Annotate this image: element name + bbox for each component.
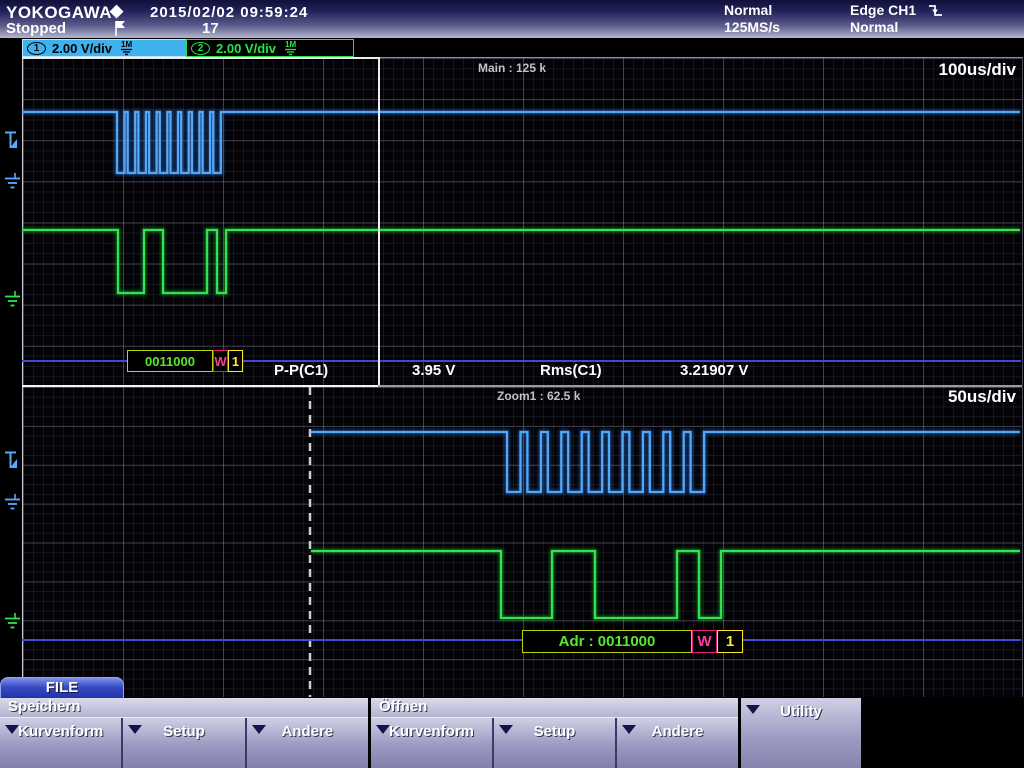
chevron-down-icon (128, 725, 142, 734)
main-bus-write-flag: W (213, 350, 228, 372)
zoom-ch2-ground-icon (2, 612, 22, 633)
oeffnen-kurvenform-button[interactable]: Kurvenform (371, 718, 492, 768)
chevron-down-icon (5, 725, 19, 734)
main-ch1-ground-icon (2, 172, 22, 193)
main-waveform-grid (22, 57, 1023, 386)
datetime-display: 2015/02/02 09:59:24 (150, 4, 308, 21)
measurement-2-value: 3.21907 V (680, 362, 748, 379)
zoom-timebase: 50us/div (898, 387, 1016, 407)
channel-1-badge[interactable]: 1 2.00 V/div 1M (22, 39, 188, 57)
section-title-speichern: Speichern (8, 698, 81, 715)
main-ch2-ground-icon (2, 290, 22, 311)
file-menu-tab[interactable]: FILE (0, 677, 124, 699)
channel-1-impedance-icon: 1M (119, 40, 134, 56)
chevron-down-icon (499, 725, 513, 734)
oeffnen-buttons: Kurvenform Setup Andere (371, 717, 738, 768)
svg-text:1M: 1M (285, 40, 296, 49)
acquisition-mode: Normal (724, 2, 772, 18)
channel-1-scale: 2.00 V/div (52, 41, 112, 56)
main-bus-number: 1 (228, 350, 243, 372)
zoom-ch1-ground-icon (2, 493, 22, 514)
chevron-down-icon (376, 725, 390, 734)
measurement-2-name: Rms(C1) (540, 362, 602, 379)
main-record-length: Main : 125 k (478, 61, 546, 75)
speichern-setup-button[interactable]: Setup (121, 718, 244, 768)
main-timebase: 100us/div (898, 60, 1016, 80)
trigger-mode: Normal (850, 19, 898, 35)
channel-2-impedance-icon: 1M (283, 40, 298, 56)
channel-2-badge[interactable]: 2 2.00 V/div 1M (186, 39, 354, 57)
measurement-1-value: 3.95 V (412, 362, 455, 379)
sample-rate: 125MS/s (724, 19, 780, 35)
history-flag-icon (112, 20, 126, 37)
measurement-1-name: P-P(C1) (274, 362, 328, 379)
speichern-buttons: Kurvenform Setup Andere (0, 717, 368, 768)
chevron-down-icon (252, 725, 266, 734)
speichern-kurvenform-button[interactable]: Kurvenform (0, 718, 121, 768)
brand-diamond-icon: ◆ (110, 1, 123, 21)
oeffnen-andere-button[interactable]: Andere (615, 718, 738, 768)
channel-badge-row: 1 2.00 V/div 1M 2 2.00 V/div 1M 1 (0, 38, 1024, 57)
chevron-down-icon (746, 705, 760, 714)
zoom-record-length: Zoom1 : 62.5 k (497, 389, 580, 403)
falling-edge-icon (928, 4, 944, 18)
trigger-source: Edge CH1 (850, 2, 916, 18)
oeffnen-setup-button[interactable]: Setup (492, 718, 615, 768)
chevron-down-icon (622, 725, 636, 734)
channel-2-number: 2 (191, 42, 210, 55)
zoom-bus-value: Adr : 0011000 (522, 630, 692, 653)
zoom-bus-decode-label: Adr : 0011000 W 1 (522, 630, 743, 653)
channel-1-number: 1 (27, 42, 46, 55)
section-title-oeffnen: Öffnen (379, 698, 427, 715)
main-bus-value: 0011000 (127, 350, 213, 372)
utility-button[interactable]: Utility (741, 698, 861, 768)
speichern-andere-button[interactable]: Andere (245, 718, 368, 768)
zoom-trigger-level-icon[interactable] (3, 450, 20, 471)
history-count: 17 (202, 20, 219, 37)
top-status-bar: YOKOGAWA ◆ 2015/02/02 09:59:24 Stopped 1… (0, 0, 1024, 38)
zoom-bus-write-flag: W (692, 630, 717, 653)
zoom-source-box-bottom (22, 385, 378, 387)
menu-section-speichern: Speichern Kurvenform Setup Andere (0, 698, 368, 768)
main-trigger-level-icon[interactable] (3, 130, 20, 151)
main-bus-decode-label: 0011000 W 1 (127, 350, 243, 372)
oscilloscope-screen: YOKOGAWA ◆ 2015/02/02 09:59:24 Stopped 1… (0, 0, 1024, 768)
menu-section-oeffnen: Öffnen Kurvenform Setup Andere (371, 698, 738, 768)
svg-text:1M: 1M (121, 40, 132, 49)
acquisition-status: Stopped (6, 20, 66, 37)
zoom-bus-number: 1 (717, 630, 743, 653)
channel-2-scale: 2.00 V/div (216, 41, 276, 56)
